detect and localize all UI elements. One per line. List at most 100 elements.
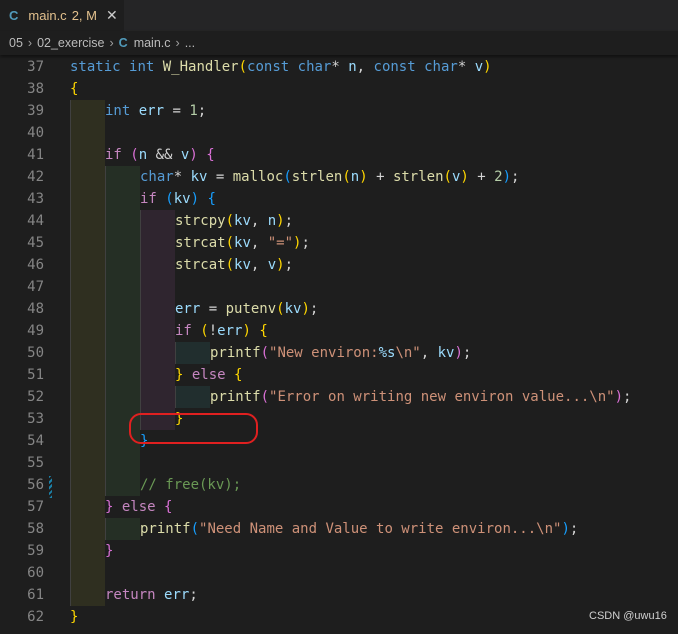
code-token: (	[342, 169, 351, 185]
indent-guide	[105, 254, 140, 276]
code-token: (	[190, 521, 200, 537]
code-line[interactable]: 49 if (!err) {	[0, 320, 678, 342]
code-token: }	[70, 609, 79, 625]
code-token: (	[276, 301, 285, 317]
code-editor[interactable]: 37 static int W_Handler(const char* n, co…	[0, 56, 678, 634]
code-line[interactable]: 52 printf("Error on writing new environ v…	[0, 386, 678, 408]
line-number: 59	[27, 543, 44, 559]
code-line[interactable]: 61 return err;	[0, 584, 678, 606]
breadcrumb-item-05[interactable]: 05	[9, 36, 23, 50]
indent-guide	[105, 166, 140, 188]
indent-guide-line	[70, 298, 71, 320]
code-token: kv	[173, 191, 191, 207]
code-line[interactable]: 54}	[0, 430, 678, 452]
line-number: 37	[27, 59, 44, 75]
code-line[interactable]: 45 strcat(kv, "=");	[0, 232, 678, 254]
code-line[interactable]: 37 static int W_Handler(const char* n, co…	[0, 56, 678, 78]
code-line[interactable]: 57} else {	[0, 496, 678, 518]
code-line[interactable]: 38 {	[0, 78, 678, 100]
indent-guide-line	[140, 342, 141, 364]
code-line[interactable]: 47	[0, 276, 678, 298]
code-line[interactable]: 44 strcpy(kv, n);	[0, 210, 678, 232]
code-token: }	[105, 543, 114, 559]
code-line[interactable]: 39 int err = 1;	[0, 100, 678, 122]
indent-guide	[70, 122, 105, 144]
code-token: malloc	[232, 169, 284, 185]
indent-guide	[70, 298, 105, 320]
code-line[interactable]: 40	[0, 122, 678, 144]
line-number: 60	[27, 565, 44, 581]
code-token: const	[247, 59, 290, 75]
code-line[interactable]: 51} else {	[0, 364, 678, 386]
indent-guide-line	[105, 320, 106, 342]
code-line[interactable]: 56 // free(kv);	[0, 474, 678, 496]
c-file-icon: C	[118, 36, 128, 50]
line-number: 40	[27, 125, 44, 141]
code-line[interactable]: 48 err = putenv(kv);	[0, 298, 678, 320]
code-token: 2	[494, 169, 503, 185]
indent-guide	[70, 166, 105, 188]
indent-guide	[105, 474, 140, 496]
indent-guide	[140, 386, 175, 408]
code-token: (	[260, 345, 270, 361]
code-line[interactable]: 43 if (kv) {	[0, 188, 678, 210]
code-token: ;	[623, 389, 632, 405]
indent-guide	[70, 540, 105, 562]
code-token: printf	[210, 389, 261, 405]
code-token: ;	[284, 213, 294, 229]
code-token: )	[502, 169, 511, 185]
code-token: ;	[189, 587, 198, 603]
indent-guide	[70, 408, 105, 430]
code-token: putenv	[225, 301, 277, 317]
code-token: static	[70, 59, 121, 75]
code-line[interactable]: 41 if (n && v) {	[0, 144, 678, 166]
code-line[interactable]: 58 printf("Need Name and Value to write e…	[0, 518, 678, 540]
indent-guide-line	[70, 430, 71, 452]
code-token: 1	[189, 103, 198, 119]
indent-guide-line	[105, 232, 106, 254]
code-token: n	[267, 213, 277, 229]
code-token: +	[367, 169, 393, 185]
code-line[interactable]: 55	[0, 452, 678, 474]
indent-guide	[70, 100, 105, 122]
code-token: *	[173, 169, 191, 185]
code-token: (	[225, 235, 235, 251]
code-token: ,	[356, 59, 374, 75]
indent-guide-line	[70, 166, 71, 188]
indent-guide-line	[105, 166, 106, 188]
code-text: err = putenv(kv);	[175, 298, 318, 320]
code-line[interactable]: 60	[0, 562, 678, 584]
code-text: printf("New environ:%s\n", kv);	[210, 342, 471, 364]
code-line[interactable]: 53}	[0, 408, 678, 430]
code-token: kv	[190, 169, 208, 185]
code-token: kv	[284, 301, 302, 317]
code-token: ;	[309, 301, 319, 317]
code-line[interactable]: 59}	[0, 540, 678, 562]
code-token: else	[121, 499, 156, 515]
tab-main-c[interactable]: C main.c 2, M ✕	[0, 0, 124, 31]
code-line[interactable]: 50 printf("New environ:%s\n", kv);	[0, 342, 678, 364]
code-token: char	[140, 169, 174, 185]
breadcrumb-item-folder[interactable]: 02_exercise	[37, 36, 104, 50]
indent-guide-line	[140, 298, 141, 320]
indent-guide-line	[70, 276, 71, 298]
indent-guide-line	[70, 210, 71, 232]
indent-guide	[70, 320, 105, 342]
indent-guide-line	[70, 408, 71, 430]
indent-guide-line	[70, 496, 71, 518]
code-line[interactable]: 46 strcat(kv, v);	[0, 254, 678, 276]
code-line[interactable]: 62}	[0, 606, 678, 628]
line-number: 51	[27, 367, 44, 383]
breadcrumb-item-file[interactable]: main.c	[134, 36, 171, 50]
line-number: 49	[27, 323, 44, 339]
indent-guide-line	[175, 342, 176, 364]
breadcrumb-item-symbol[interactable]: ...	[185, 36, 195, 50]
code-token: ;	[197, 103, 207, 119]
code-line[interactable]: 42 char* kv = malloc(strlen(n) + strlen(v…	[0, 166, 678, 188]
close-icon[interactable]: ✕	[106, 7, 118, 24]
annotation-highlight-circle	[129, 413, 258, 444]
line-number: 55	[27, 455, 44, 471]
